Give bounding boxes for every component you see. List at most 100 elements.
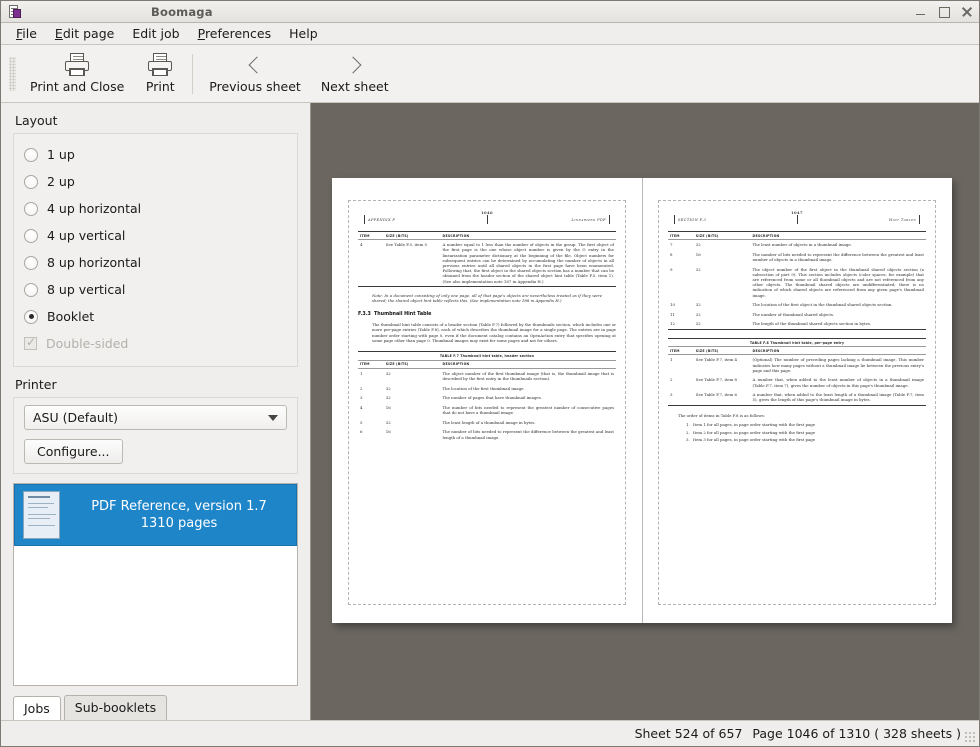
table-caption: TABLE F.8 Thumbnail hint table, per-page… — [668, 338, 926, 348]
chevron-down-icon — [268, 415, 278, 421]
table-row: 8 16 The number of bits needed to repres… — [668, 250, 926, 265]
section-number: F.3.3 — [358, 312, 374, 317]
title-bar: Boomaga — [1, 1, 979, 23]
minimize-icon[interactable] — [914, 5, 927, 18]
job-pages: 1310 pages — [70, 515, 288, 532]
radio-icon — [24, 148, 38, 162]
layout-option-4-up-vertical[interactable]: 4 up vertical — [24, 222, 287, 249]
preview-page-right[interactable]: SECTION F.3 1047 Hint Tables ITEM SIZE (… — [642, 178, 952, 623]
layout-option-8-up-horizontal[interactable]: 8 up horizontal — [24, 249, 287, 276]
list-item: 2.Item 2 for all pages, in page order st… — [686, 429, 926, 437]
toolbar-separator — [192, 54, 193, 94]
page-number: 1047 — [791, 210, 803, 215]
double-sided-checkbox: Double-sided — [24, 330, 287, 357]
radio-icon — [24, 283, 38, 297]
page-content: APPENDIX F 1046 Linearized PDF ITEM SIZE… — [348, 200, 626, 605]
table-header-row: ITEM SIZE (BITS) DESCRIPTION — [358, 361, 616, 369]
sheet[interactable]: APPENDIX F 1046 Linearized PDF ITEM SIZE… — [332, 178, 952, 623]
layout-option-8-up-vertical[interactable]: 8 up vertical — [24, 276, 287, 303]
list-item: 1.Item 1 for all pages, in page order st… — [686, 421, 926, 429]
section-title: Thumbnail Hint Table — [374, 312, 431, 317]
table-row: 3 32 The number of pages that have thumb… — [358, 393, 616, 403]
section-paragraph: The thumbnail hint table consists of a h… — [372, 322, 616, 344]
radio-icon — [24, 175, 38, 189]
ordered-list: 1.Item 1 for all pages, in page order st… — [686, 421, 926, 444]
list-item[interactable]: PDF Reference, version 1.7 1310 pages — [14, 484, 297, 546]
left-panel: Layout 1 up 2 up 4 up horizontal 4 up ve… — [1, 103, 311, 720]
table-row: 1 32 The object number of the first thum… — [358, 368, 616, 383]
table-f8: ITEM SIZE (BITS) DESCRIPTION 1 See Table… — [668, 347, 926, 406]
table-row: 7 32 The least number of objects in a th… — [668, 240, 926, 250]
layout-group: 1 up 2 up 4 up horizontal 4 up vertical … — [13, 133, 298, 367]
printer-icon — [64, 53, 90, 77]
job-label: PDF Reference, version 1.7 1310 pages — [70, 498, 288, 532]
menu-help[interactable]: Help — [280, 24, 327, 43]
running-head: APPENDIX F 1046 Linearized PDF — [364, 215, 610, 224]
job-list[interactable]: PDF Reference, version 1.7 1310 pages — [13, 483, 298, 686]
preview-page-left[interactable]: APPENDIX F 1046 Linearized PDF ITEM SIZE… — [332, 178, 642, 623]
status-sheet-text: Sheet 524 of 657 — [635, 726, 743, 741]
list-item: 3.Item 3 for all pages, in page order st… — [686, 436, 926, 444]
table-header-row: ITEM SIZE (BITS) DESCRIPTION — [668, 232, 926, 240]
printer-group-title: Printer — [15, 377, 298, 392]
table-f7: ITEM SIZE (BITS) DESCRIPTION 1 32 The ob… — [358, 361, 616, 442]
layout-option-1-up[interactable]: 1 up — [24, 141, 287, 168]
table-continued: ITEM SIZE (BITS) DESCRIPTION 4 See Table… — [358, 231, 616, 287]
layout-option-booklet[interactable]: Booklet — [24, 303, 287, 330]
table-row: 3 See Table F.7, item 6 A number that, w… — [668, 390, 926, 405]
previous-sheet-button[interactable]: Previous sheet — [199, 51, 311, 96]
status-page-text: Page 1046 of 1310 ( 328 sheets ) — [752, 726, 961, 741]
boomaga-window: Boomaga File Edit page Edit job Preferen… — [0, 0, 980, 747]
printer-group: ASU (Default) Configure... — [13, 397, 298, 474]
radio-icon — [24, 256, 38, 270]
running-head-left: SECTION F.3 — [678, 218, 706, 222]
running-head-right: Hint Tables — [889, 218, 916, 222]
configure-button[interactable]: Configure... — [24, 439, 123, 464]
status-bar: Sheet 524 of 657 Page 1046 of 1310 ( 328… — [1, 720, 979, 746]
menu-bar: File Edit page Edit job Preferences Help — [1, 23, 979, 45]
menu-edit-job[interactable]: Edit job — [123, 24, 188, 43]
table-row: 6 16 The number of bits needed to repres… — [358, 427, 616, 442]
layout-option-4-up-horizontal[interactable]: 4 up horizontal — [24, 195, 287, 222]
note-paragraph: Note: In a document consisting of only o… — [372, 293, 602, 304]
printer-select-value: ASU (Default) — [33, 410, 118, 425]
layout-option-2-up[interactable]: 2 up — [24, 168, 287, 195]
checkbox-icon — [24, 337, 37, 350]
table-row: 9 32 The object number of the first obje… — [668, 264, 926, 300]
menu-edit-page[interactable]: Edit page — [46, 24, 123, 43]
table-continued: ITEM SIZE (BITS) DESCRIPTION 7 32 The le… — [668, 231, 926, 330]
list-lead-text: The order of items in Table F.8 is as fo… — [678, 413, 926, 418]
running-head-right: Linearized PDF — [571, 218, 606, 222]
resize-grip[interactable] — [964, 731, 976, 743]
menu-file[interactable]: File — [7, 24, 46, 43]
table-row: 4 16 The number of bits needed to repres… — [358, 403, 616, 418]
running-head: SECTION F.3 1047 Hint Tables — [674, 215, 920, 224]
layout-group-title: Layout — [15, 113, 298, 128]
toolbar-grip[interactable] — [9, 57, 16, 91]
table-caption: TABLE F.7 Thumbnail hint table, header s… — [358, 351, 616, 361]
table-row: 1 See Table F.7, item 4 (Optional) The n… — [668, 355, 926, 375]
print-and-close-button[interactable]: Print and Close — [20, 51, 134, 96]
running-head-left: APPENDIX F — [368, 218, 395, 222]
table-row: 2 32 The location of the first thumbnail… — [358, 384, 616, 394]
printer-select[interactable]: ASU (Default) — [24, 405, 287, 430]
next-sheet-button[interactable]: Next sheet — [311, 51, 399, 96]
sheet-preview-area[interactable]: APPENDIX F 1046 Linearized PDF ITEM SIZE… — [311, 103, 979, 720]
page-number: 1046 — [481, 210, 493, 215]
radio-icon — [24, 202, 38, 216]
menu-preferences[interactable]: Preferences — [189, 24, 281, 43]
tab-jobs[interactable]: Jobs — [13, 696, 61, 721]
maximize-icon[interactable] — [937, 5, 950, 18]
close-icon[interactable] — [960, 5, 973, 18]
job-title: PDF Reference, version 1.7 — [70, 498, 288, 515]
printer-icon — [147, 53, 173, 77]
panel-tabs: Jobs Sub-booklets — [13, 692, 298, 720]
print-button[interactable]: Print — [134, 51, 186, 96]
window-title: Boomaga — [1, 5, 979, 19]
radio-icon — [24, 229, 38, 243]
chevron-right-icon — [342, 53, 368, 77]
table-row: 11 32 The number of thumbnail shared obj… — [668, 310, 926, 320]
radio-icon — [24, 310, 38, 324]
tab-sub-booklets[interactable]: Sub-booklets — [64, 695, 167, 720]
table-row: 10 32 The location of the first object i… — [668, 300, 926, 310]
